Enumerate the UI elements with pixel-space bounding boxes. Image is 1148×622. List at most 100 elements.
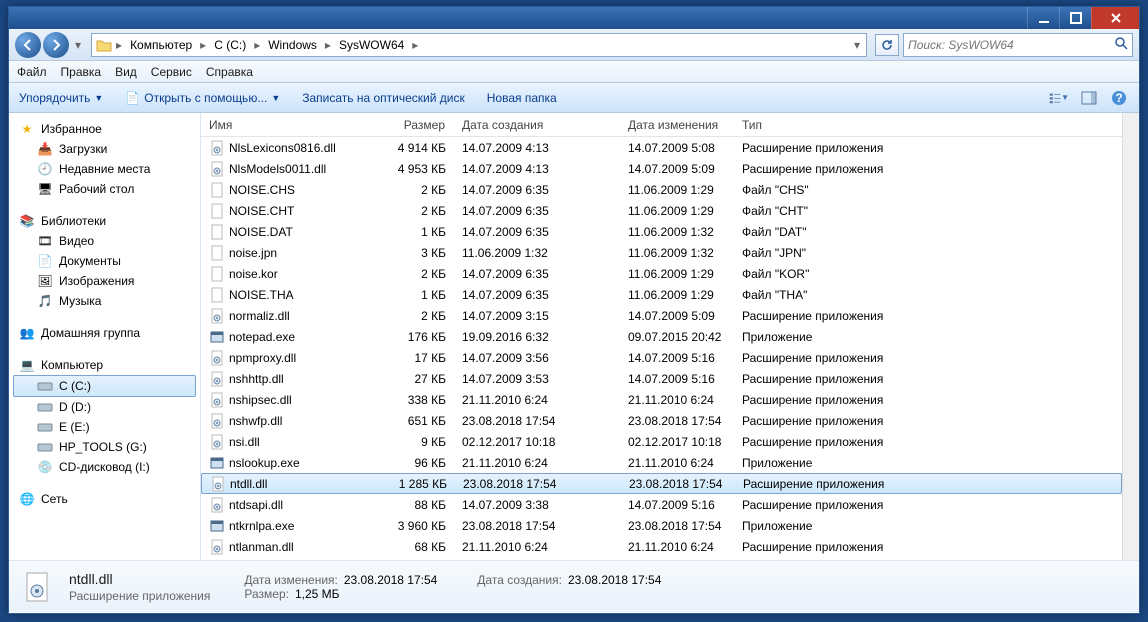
refresh-button[interactable] bbox=[875, 34, 899, 56]
breadcrumb-item[interactable]: C (C:) bbox=[210, 38, 250, 52]
file-modified: 14.07.2009 5:09 bbox=[620, 162, 734, 176]
file-row[interactable]: noise.kor2 КБ14.07.2009 6:3511.06.2009 1… bbox=[201, 263, 1122, 284]
maximize-button[interactable] bbox=[1059, 7, 1091, 29]
file-row[interactable]: NlsModels0011.dll4 953 КБ14.07.2009 4:13… bbox=[201, 158, 1122, 179]
search-icon[interactable] bbox=[1114, 36, 1128, 53]
menu-help[interactable]: Справка bbox=[206, 65, 253, 79]
sidebar-item-desktop[interactable]: 🖥Рабочий стол bbox=[9, 179, 200, 199]
breadcrumb-item[interactable]: SysWOW64 bbox=[335, 38, 408, 52]
chevron-right-icon[interactable]: ▸ bbox=[252, 38, 262, 52]
menu-file[interactable]: Файл bbox=[17, 65, 47, 79]
sidebar-item-pictures[interactable]: 🖼Изображения bbox=[9, 271, 200, 291]
file-row[interactable]: notepad.exe176 КБ19.09.2016 6:3209.07.20… bbox=[201, 326, 1122, 347]
file-row[interactable]: NOISE.THA1 КБ14.07.2009 6:3511.06.2009 1… bbox=[201, 284, 1122, 305]
file-row[interactable]: ntlanman.dll68 КБ21.11.2010 6:2421.11.20… bbox=[201, 536, 1122, 557]
forward-button[interactable] bbox=[43, 32, 69, 58]
file-type-icon bbox=[23, 571, 55, 603]
scrollbar[interactable] bbox=[1122, 113, 1139, 560]
file-row[interactable]: noise.jpn3 КБ11.06.2009 1:3211.06.2009 1… bbox=[201, 242, 1122, 263]
column-name[interactable]: Имя bbox=[201, 118, 376, 132]
sidebar-libraries[interactable]: 📚Библиотеки bbox=[9, 211, 200, 231]
sidebar-item-recent[interactable]: 🕘Недавние места bbox=[9, 159, 200, 179]
file-row[interactable]: NOISE.CHS2 КБ14.07.2009 6:3511.06.2009 1… bbox=[201, 179, 1122, 200]
file-row[interactable]: nslookup.exe96 КБ21.11.2010 6:2421.11.20… bbox=[201, 452, 1122, 473]
sidebar-item-video[interactable]: 🎞Видео bbox=[9, 231, 200, 251]
back-button[interactable] bbox=[15, 32, 41, 58]
breadcrumb-item[interactable]: Компьютер bbox=[126, 38, 196, 52]
search-input[interactable] bbox=[908, 38, 1114, 52]
file-size: 3 960 КБ bbox=[376, 519, 454, 533]
chevron-right-icon[interactable]: ▸ bbox=[410, 38, 420, 52]
column-created[interactable]: Дата создания bbox=[454, 118, 620, 132]
organize-button[interactable]: Упорядочить▼ bbox=[19, 91, 103, 105]
chevron-right-icon[interactable]: ▸ bbox=[198, 38, 208, 52]
file-modified: 21.11.2010 6:24 bbox=[620, 540, 734, 554]
sidebar-computer[interactable]: 💻Компьютер bbox=[9, 355, 200, 375]
file-row[interactable]: NOISE.CHT2 КБ14.07.2009 6:3511.06.2009 1… bbox=[201, 200, 1122, 221]
file-modified: 14.07.2009 5:16 bbox=[620, 351, 734, 365]
burn-button[interactable]: Записать на оптический диск bbox=[302, 91, 465, 105]
sidebar-item-drive-e[interactable]: E (E:) bbox=[9, 417, 200, 437]
sidebar-item-drive-c[interactable]: C (C:) bbox=[13, 375, 196, 397]
file-created: 21.11.2010 6:24 bbox=[454, 456, 620, 470]
file-type: Файл "KOR" bbox=[734, 267, 1122, 281]
sidebar-item-downloads[interactable]: 📥Загрузки bbox=[9, 139, 200, 159]
minimize-button[interactable] bbox=[1027, 7, 1059, 29]
new-folder-button[interactable]: Новая папка bbox=[487, 91, 557, 105]
help-button[interactable]: ? bbox=[1109, 88, 1129, 108]
sidebar-network[interactable]: 🌐Сеть bbox=[9, 489, 200, 509]
menu-tools[interactable]: Сервис bbox=[151, 65, 192, 79]
file-row[interactable]: ntdll.dll1 285 КБ23.08.2018 17:5423.08.2… bbox=[201, 473, 1122, 494]
file-row[interactable]: NlsLexicons0816.dll4 914 КБ14.07.2009 4:… bbox=[201, 137, 1122, 158]
file-row[interactable]: npmproxy.dll17 КБ14.07.2009 3:5614.07.20… bbox=[201, 347, 1122, 368]
column-type[interactable]: Тип bbox=[734, 118, 1122, 132]
sidebar-homegroup[interactable]: 👥Домашняя группа bbox=[9, 323, 200, 343]
sidebar-item-documents[interactable]: 📄Документы bbox=[9, 251, 200, 271]
open-with-button[interactable]: 📄Открыть с помощью...▼ bbox=[125, 91, 280, 105]
file-type: Приложение bbox=[734, 330, 1122, 344]
file-row[interactable]: nshhttp.dll27 КБ14.07.2009 3:5314.07.200… bbox=[201, 368, 1122, 389]
menu-view[interactable]: Вид bbox=[115, 65, 137, 79]
close-button[interactable] bbox=[1091, 7, 1139, 29]
file-type: Приложение bbox=[734, 456, 1122, 470]
sidebar-item-music[interactable]: 🎵Музыка bbox=[9, 291, 200, 311]
breadcrumb-item[interactable]: Windows bbox=[264, 38, 321, 52]
file-created: 21.11.2010 6:24 bbox=[454, 393, 620, 407]
file-row[interactable]: ntdsapi.dll88 КБ14.07.2009 3:3814.07.200… bbox=[201, 494, 1122, 515]
search-box[interactable] bbox=[903, 33, 1133, 57]
file-type: Файл "JPN" bbox=[734, 246, 1122, 260]
file-row[interactable]: ntkrnlpa.exe3 960 КБ23.08.2018 17:5423.0… bbox=[201, 515, 1122, 536]
file-row[interactable]: NOISE.DAT1 КБ14.07.2009 6:3511.06.2009 1… bbox=[201, 221, 1122, 242]
history-dropdown-icon[interactable]: ▾ bbox=[73, 38, 83, 52]
sidebar-item-drive-d[interactable]: D (D:) bbox=[9, 397, 200, 417]
file-name: ntdsapi.dll bbox=[229, 498, 283, 512]
column-modified[interactable]: Дата изменения bbox=[620, 118, 734, 132]
file-row[interactable]: nsi.dll9 КБ02.12.2017 10:1802.12.2017 10… bbox=[201, 431, 1122, 452]
file-row[interactable]: nshwfp.dll651 КБ23.08.2018 17:5423.08.20… bbox=[201, 410, 1122, 431]
chevron-right-icon[interactable]: ▸ bbox=[323, 38, 333, 52]
homegroup-icon: 👥 bbox=[19, 325, 35, 341]
column-size[interactable]: Размер bbox=[376, 118, 454, 132]
sidebar-item-drive-g[interactable]: HP_TOOLS (G:) bbox=[9, 437, 200, 457]
file-list[interactable]: NlsLexicons0816.dll4 914 КБ14.07.2009 4:… bbox=[201, 137, 1122, 560]
file-name: NOISE.THA bbox=[229, 288, 294, 302]
preview-pane-button[interactable] bbox=[1079, 88, 1099, 108]
file-created: 19.09.2016 6:32 bbox=[454, 330, 620, 344]
chevron-right-icon[interactable]: ▸ bbox=[114, 38, 124, 52]
address-dropdown-icon[interactable]: ▾ bbox=[852, 38, 862, 52]
file-row[interactable]: nshipsec.dll338 КБ21.11.2010 6:2421.11.2… bbox=[201, 389, 1122, 410]
address-bar[interactable]: ▸ Компьютер ▸ C (C:) ▸ Windows ▸ SysWOW6… bbox=[91, 33, 867, 57]
file-icon bbox=[209, 539, 225, 555]
video-icon: 🎞 bbox=[37, 233, 53, 249]
toolbar: Упорядочить▼ 📄Открыть с помощью...▼ Запи… bbox=[9, 83, 1139, 113]
file-size: 1 285 КБ bbox=[377, 477, 455, 491]
file-modified: 21.11.2010 6:24 bbox=[620, 393, 734, 407]
menu-edit[interactable]: Правка bbox=[61, 65, 102, 79]
file-size: 176 КБ bbox=[376, 330, 454, 344]
file-size: 96 КБ bbox=[376, 456, 454, 470]
file-row[interactable]: normaliz.dll2 КБ14.07.2009 3:1514.07.200… bbox=[201, 305, 1122, 326]
sidebar-item-cd[interactable]: 💿CD-дисковод (I:) bbox=[9, 457, 200, 477]
sidebar-favorites[interactable]: ★Избранное bbox=[9, 119, 200, 139]
view-mode-button[interactable]: ▼ bbox=[1049, 88, 1069, 108]
file-icon bbox=[209, 392, 225, 408]
